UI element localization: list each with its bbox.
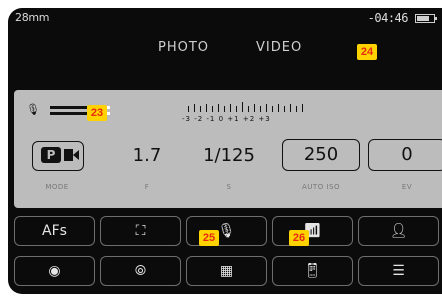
- callout-marker-25: 25: [199, 230, 219, 246]
- battery-icon: [415, 14, 437, 23]
- phone-connect-button[interactable]: 📱︎: [272, 256, 353, 286]
- audio-level-button[interactable]: 📶︎: [272, 216, 353, 246]
- aperture-setting[interactable]: 1.7 F: [124, 135, 170, 205]
- iso-label: AUTO ISO: [302, 183, 340, 191]
- microphone-icon: 🎙︎: [217, 223, 236, 239]
- video-camera-icon: [64, 149, 79, 161]
- recording-timer: -04:46: [367, 11, 409, 25]
- tab-video[interactable]: VIDEO: [256, 40, 302, 55]
- af-mode-button[interactable]: AFs: [14, 216, 95, 246]
- callout-marker-23: 23: [87, 105, 107, 121]
- shutter-label: S: [226, 183, 232, 191]
- menu-icon: ☰: [392, 263, 405, 279]
- film-style-icon: ⦾: [134, 263, 147, 279]
- person-icon: 👤︎: [389, 223, 408, 239]
- film-style-button[interactable]: ⦾: [100, 256, 181, 286]
- ev-value: 0: [368, 139, 442, 171]
- aperture-value: 1.7: [132, 145, 162, 166]
- video-format-icon: ▦: [219, 263, 234, 279]
- exposure-parameters: P MODE 1.7 F 1/125 S 250 AUTO ISO 0 EV: [14, 135, 442, 205]
- ev-setting[interactable]: 0 EV: [362, 135, 442, 205]
- callout-marker-26: 26: [289, 230, 309, 246]
- metering-icon: ◉: [48, 263, 61, 279]
- af-mode-label: AFs: [42, 223, 67, 239]
- aperture-label: F: [144, 183, 150, 191]
- iso-value: 250: [282, 139, 360, 171]
- program-mode-icon: P: [41, 147, 61, 163]
- ev-label: EV: [401, 183, 413, 191]
- video-format-button[interactable]: ▦: [186, 256, 267, 286]
- focus-field-icon: ⛶: [135, 223, 146, 239]
- mode-label: MODE: [45, 183, 69, 191]
- shutter-value: 1/125: [203, 145, 255, 166]
- shutter-setting[interactable]: 1/125 S: [194, 135, 264, 205]
- metering-button[interactable]: ◉: [14, 256, 95, 286]
- menu-button[interactable]: ☰: [358, 256, 439, 286]
- status-panel: 🎙︎ -3 -2 -1 0 +1 +2 +3 P MODE 1.7 F 1/12…: [14, 90, 442, 208]
- microphone-icon: 🎙︎: [26, 103, 40, 116]
- focal-length: 28mm: [15, 11, 50, 24]
- level-scale-ticks: [188, 102, 304, 112]
- level-scale-labels: -3 -2 -1 0 +1 +2 +3: [182, 115, 271, 123]
- tab-photo[interactable]: PHOTO: [158, 40, 209, 55]
- callout-marker-24: 24: [357, 44, 377, 60]
- focus-field-button[interactable]: ⛶: [100, 216, 181, 246]
- mode-button[interactable]: P: [32, 141, 84, 171]
- phone-connect-icon: 📱︎: [303, 263, 322, 279]
- iso-setting[interactable]: 250 AUTO ISO: [276, 135, 366, 205]
- profile-button[interactable]: 👤︎: [358, 216, 439, 246]
